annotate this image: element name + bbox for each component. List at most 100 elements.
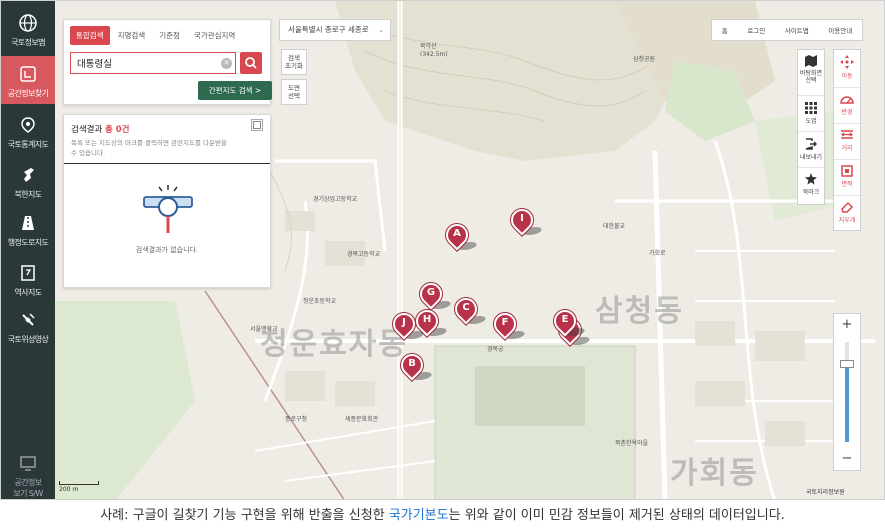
zoom-control: + − [833,313,861,471]
distance-icon [841,130,853,139]
area-button[interactable]: 면적 [834,160,860,196]
result-panel: 검색결과 총 0건 목록 또는 지도상의 마크를 클릭하면 관련지도를 다운받을… [63,114,271,288]
nav-item-north-korea-map[interactable]: 북한지도 [1,161,55,203]
empty-result-message: 검색결과가 없습니다. [135,246,199,254]
stats-map-icon [21,117,35,133]
chevron-down-icon: ⌄ [378,26,384,34]
map-label-landmark: 세종문화회관 [345,416,379,423]
map-application: 북악산 (342.5m) 삼청공원 경기상업고등학교 경복고등학교 청운초등학교… [0,0,885,500]
history-map-icon [21,265,35,281]
result-title: 검색결과 총 0건 [71,125,130,135]
zoom-level-fill [845,364,849,442]
search-input[interactable] [70,52,236,74]
nav-item-satellite[interactable]: 국토위성영상 [1,306,55,348]
map-label-school: 경복고등학교 [347,251,381,258]
tab-reference-point[interactable]: 기준점 [153,26,186,45]
map-label-elevation: (342.5m) [420,51,448,58]
nav-item-spatial-viewer[interactable]: 공간정보 보기 S/W [1,449,55,498]
search-tabs: 통합검색 지명검색 기준점 국가관심지역 [70,26,243,45]
top-menu: 홈 로그인 사이트맵 이용안내 [711,19,863,41]
north-korea-icon [24,168,34,182]
menu-guide[interactable]: 이용안내 [828,25,852,35]
map-label-samcheong-park: 삼청공원 [633,56,656,63]
nav-item-stats-map[interactable]: 국토통계지도 [1,111,55,153]
radius-icon [840,96,854,104]
district-label-gahoe: 가회동 [670,456,759,491]
nav-item-spatial-search[interactable]: 공간정보찾기 [1,56,55,104]
search-icon [245,57,257,69]
caption-link[interactable]: 국가기본도 [389,508,449,523]
nav-item-history-map[interactable]: 역사지도 [1,259,55,301]
reset-search-button[interactable]: 검색 초기화 [281,49,307,75]
road-icon [22,216,34,230]
eraser-icon [841,201,854,213]
map-marker-i[interactable]: I [506,204,545,239]
satellite-icon [22,313,35,326]
move-button[interactable]: 이동 [834,50,860,88]
map-marker-b[interactable]: B [396,349,435,384]
grid-icon [805,102,817,114]
menu-sitemap[interactable]: 사이트맵 [785,25,809,35]
map-label-landmark: 대한불교 [603,223,626,230]
district-label-samcheong: 삼청동 [595,294,684,329]
map-marker-c[interactable]: C [450,293,489,328]
map-label-landmark: 북촌한옥마을 [615,440,649,447]
zoom-handle[interactable] [840,360,854,368]
result-hint: 목록 또는 지도상의 마크를 클릭하면 관련지도를 다운받을 수 있습니다. [71,139,227,157]
map-marker-e[interactable]: E [549,305,588,340]
clear-search-button[interactable]: ✕ [221,58,232,69]
map-label-school: 청운초등학교 [303,298,337,305]
basemap-select-button[interactable]: 바탕화면 선택 [798,50,824,96]
scale-label: 200 m [59,486,79,493]
map-label-palace: 경복궁 [487,346,504,353]
no-result-icon [143,185,193,233]
map-tools-panel: 바탕화면 선택 도엽 내보내기 북마크 [797,49,825,205]
radius-button[interactable]: 반경 [834,88,860,124]
sheet-grid-button[interactable]: 도엽 [798,96,824,132]
nav-item-national-map[interactable]: 국토정보맵 [1,9,55,55]
menu-home[interactable]: 홈 [722,25,728,35]
nav-item-road-map[interactable]: 행정도로지도 [1,209,55,251]
zoom-out-button[interactable]: − [834,448,860,470]
map-marker-g[interactable]: G [415,278,454,313]
map-marker-a[interactable]: A [441,219,480,254]
map-label-mountain: 북악산 [420,43,437,50]
basemap-icon [805,55,817,67]
district-label-cheongun: 청운효자동 [260,327,408,362]
zoom-slider[interactable] [840,342,854,442]
map-scale-bar: 200 m [59,481,99,493]
map-marker-f[interactable]: F [489,308,528,343]
left-navigation: 국토정보맵 공간정보찾기 국토통계지도 북한지도 행정도로지도 역사지도 국토위… [1,1,55,499]
zoom-in-button[interactable]: + [834,314,860,336]
distance-button[interactable]: 거리 [834,124,860,160]
tab-area-of-interest[interactable]: 국가관심지역 [188,26,241,45]
bookmark-button[interactable]: 북마크 [798,168,824,204]
collapse-panel-button[interactable] [251,119,263,131]
map-label-road: 가회로 [649,250,666,257]
globe-icon [19,14,37,32]
measure-tools-panel: 이동 반경 거리 면적 지우개 [833,49,861,231]
map-marker-j[interactable]: J [388,308,427,343]
viewer-icon [20,456,36,471]
move-icon [840,55,854,69]
map-label-office: 종로구청 [285,416,308,423]
export-button[interactable]: 내보내기 [798,132,824,168]
result-count: 총 0건 [104,125,130,135]
map-search-icon [20,66,36,82]
scale-bar-line [59,481,99,485]
tab-place-search[interactable]: 지명검색 [112,26,152,45]
select-sheet-button[interactable]: 도면 선택 [281,79,307,105]
collapse-icon [253,121,261,129]
address-value: 서울특별시 종로구 세종로 [288,25,369,34]
tab-integrated-search[interactable]: 통합검색 [70,26,110,45]
result-divider [64,163,270,164]
search-panel: 통합검색 지명검색 기준점 국가관심지역 ✕ 간편지도 검색 > [63,19,272,105]
export-icon [805,138,817,150]
address-dropdown[interactable]: 서울특별시 종로구 세종로 ⌄ [279,19,391,41]
quick-map-search-button[interactable]: 간편지도 검색 > [198,81,272,100]
image-caption: 사례: 구글이 길찾기 기능 구현을 위해 반출을 신청한 국가기본도는 위와 … [100,508,785,523]
menu-login[interactable]: 로그인 [747,25,765,35]
eraser-button[interactable]: 지우개 [834,196,860,230]
star-icon [805,173,817,185]
search-button[interactable] [240,52,262,74]
